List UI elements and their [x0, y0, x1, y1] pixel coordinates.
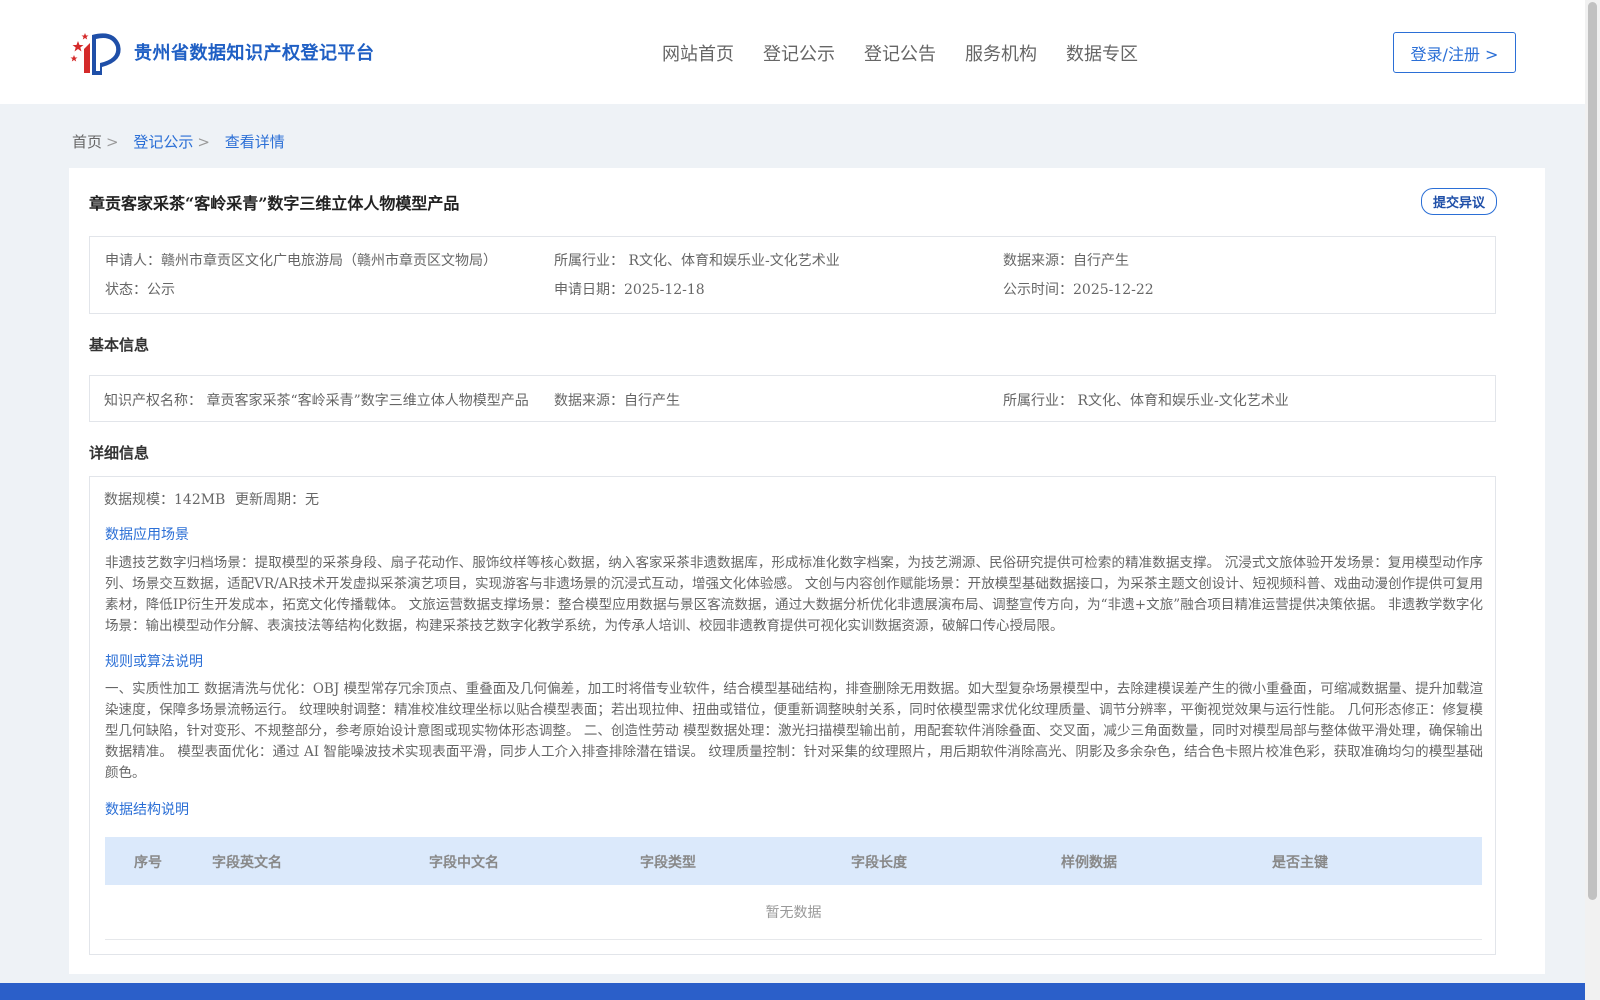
th-index: 序号 — [134, 855, 162, 871]
th-field-type: 字段类型 — [640, 855, 696, 871]
nav-registration-announcement[interactable]: 登记公告 — [864, 40, 936, 66]
th-field-length: 字段长度 — [851, 855, 907, 871]
basic-info-title: 基本信息 — [89, 336, 150, 354]
breadcrumb-separator: > — [197, 133, 210, 151]
apply-date: 申请日期：2025-12-18 — [554, 282, 705, 298]
nav-data-zone[interactable]: 数据专区 — [1066, 40, 1138, 66]
publish-date: 公示时间：2025-12-22 — [1003, 282, 1154, 298]
nav-registration-publicity[interactable]: 登记公示 — [763, 40, 835, 66]
site-header: 贵州省数据知识产权登记平台 网站首页 登记公示 登记公告 服务机构 数据专区 登… — [0, 0, 1585, 104]
page-title: 章贡客家采茶“客岭采青”数字三维立体人物模型产品 — [89, 194, 460, 213]
basic-data-source: 数据来源：自行产生 — [554, 393, 680, 409]
basic-industry: 所属行业： R文化、体育和娱乐业-文化艺术业 — [1003, 393, 1289, 409]
data-source: 数据来源：自行产生 — [1003, 253, 1129, 269]
nav-home[interactable]: 网站首页 — [662, 40, 734, 66]
site-logo[interactable]: 贵州省数据知识产权登记平台 — [70, 27, 375, 77]
structure-table-header: 序号 字段英文名 字段中文名 字段类型 字段长度 样例数据 是否主键 — [105, 837, 1482, 885]
breadcrumb-current: 查看详情 — [224, 133, 285, 151]
th-field-en-name: 字段英文名 — [212, 855, 282, 871]
breadcrumb-separator: > — [106, 133, 119, 151]
industry: 所属行业： R文化、体育和娱乐业-文化艺术业 — [554, 253, 840, 269]
site-name: 贵州省数据知识产权登记平台 — [134, 43, 375, 64]
detail-info-title: 详细信息 — [89, 444, 150, 462]
status: 状态：公示 — [105, 282, 175, 298]
th-field-cn-name: 字段中文名 — [429, 855, 499, 871]
rule-algorithm-text: 一、实质性加工 数据清洗与优化：OBJ 模型常存冗余顶点、重叠面及几何偏差，加工… — [105, 681, 1483, 781]
scrollbar-thumb[interactable] — [1588, 2, 1597, 900]
detail-card: 章贡客家采茶“客岭采青”数字三维立体人物模型产品 提交异议 申请人：赣州市章贡区… — [69, 168, 1545, 974]
breadcrumb-registration-publicity[interactable]: 登记公示 — [133, 133, 193, 151]
nav-service-agencies[interactable]: 服务机构 — [965, 40, 1037, 66]
site-footer — [0, 983, 1585, 1000]
data-structure-title: 数据结构说明 — [105, 802, 189, 818]
login-register-button[interactable]: 登录/注册 > — [1393, 32, 1516, 73]
update-cycle: 更新周期：无 — [235, 492, 319, 508]
main-nav: 网站首页 登记公示 登记公告 服务机构 数据专区 — [662, 40, 1167, 66]
logo-emblem-icon — [70, 33, 121, 75]
applicant: 申请人：赣州市章贡区文化广电旅游局（赣州市章贡区文物局） — [105, 253, 497, 269]
table-empty-state: 暂无数据 — [105, 885, 1482, 940]
breadcrumb: 首页 > 登记公示 > 查看详情 — [72, 131, 289, 152]
ip-name: 知识产权名称： 章贡客家采茶“客岭采青”数字三维立体人物模型产品 — [104, 393, 529, 409]
basic-info-box: 知识产权名称： 章贡客家采茶“客岭采青”数字三维立体人物模型产品 数据来源：自行… — [89, 375, 1496, 422]
detail-info-box: 数据规模：142MB 更新周期：无 数据应用场景 非遗技艺数字归档场景：提取模型… — [89, 476, 1496, 955]
application-scene-text: 非遗技艺数字归档场景：提取模型的采茶身段、扇子花动作、服饰纹样等核心数据，纳入客… — [105, 555, 1483, 634]
rule-algorithm-title: 规则或算法说明 — [105, 654, 203, 670]
summary-box: 申请人：赣州市章贡区文化广电旅游局（赣州市章贡区文物局） 所属行业： R文化、体… — [89, 236, 1496, 314]
breadcrumb-home[interactable]: 首页 — [72, 133, 102, 151]
application-scene-title: 数据应用场景 — [105, 527, 189, 543]
th-primary-key: 是否主键 — [1272, 855, 1328, 871]
page-scrollbar[interactable] — [1585, 0, 1600, 1000]
submit-objection-button[interactable]: 提交异议 — [1421, 188, 1497, 215]
data-scale: 数据规模：142MB — [104, 492, 226, 508]
th-sample-data: 样例数据 — [1061, 855, 1117, 871]
